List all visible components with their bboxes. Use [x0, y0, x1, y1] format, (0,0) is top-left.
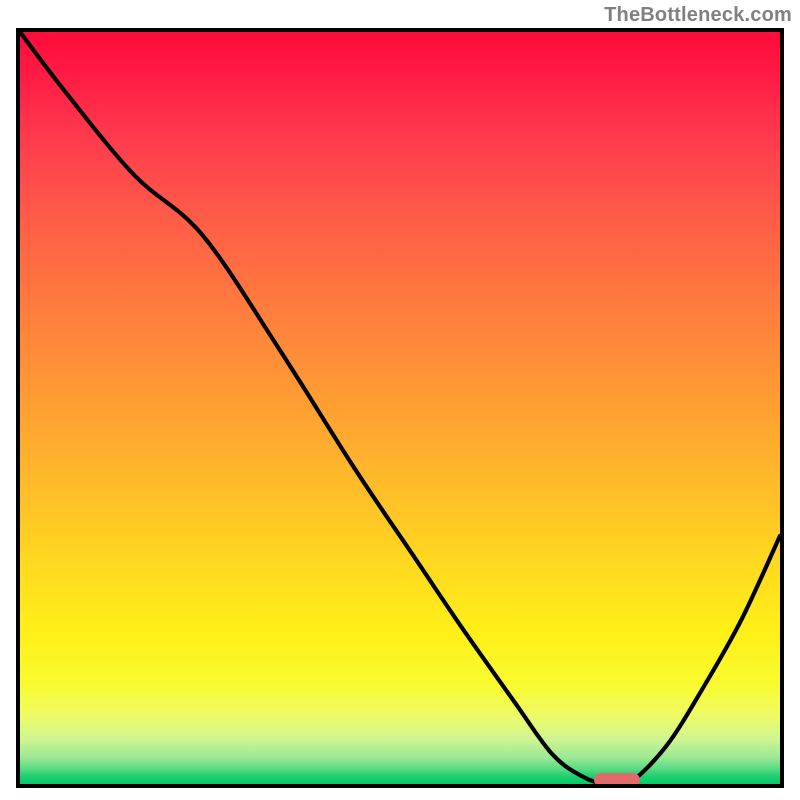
optimal-point-marker [594, 773, 640, 787]
watermark-text: TheBottleneck.com [604, 4, 792, 27]
chart-frame [16, 28, 784, 788]
bottleneck-curve [20, 32, 780, 784]
